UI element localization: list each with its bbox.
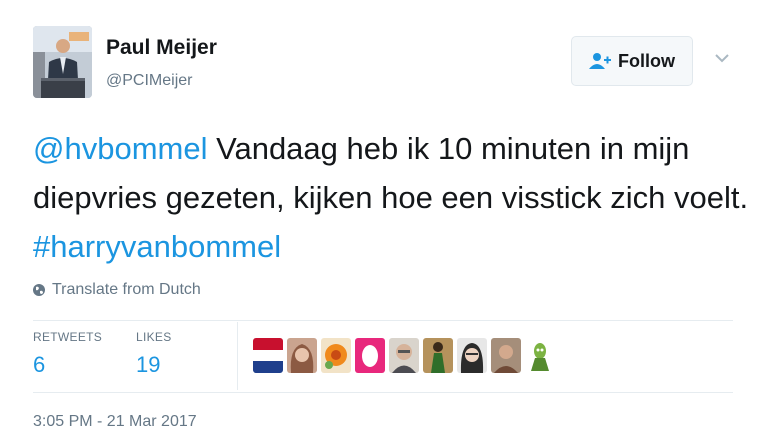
retweets-label: RETWEETS [33, 330, 103, 344]
author-avatar[interactable] [33, 26, 92, 98]
green-cartoon-avatar-icon [525, 338, 555, 373]
likes-count: 19 [136, 352, 161, 377]
stats-bottom-divider [33, 392, 733, 393]
liker-avatar[interactable] [389, 338, 419, 373]
green-figure-avatar-icon [423, 338, 453, 373]
liker-avatar[interactable] [525, 338, 555, 373]
likes-stat[interactable]: LIKES 19 [136, 330, 172, 378]
liker-avatar[interactable] [355, 338, 385, 373]
author-name[interactable]: Paul Meijer [106, 36, 217, 60]
man-avatar-icon [491, 338, 521, 373]
retweets-count: 6 [33, 352, 46, 377]
woman-glasses-avatar-icon [457, 338, 487, 373]
orange-flower-avatar-icon [321, 338, 351, 373]
author-photo [33, 26, 92, 98]
stats-vertical-divider [237, 322, 238, 390]
follow-button[interactable]: Follow [571, 36, 693, 86]
likes-label: LIKES [136, 330, 172, 344]
author-handle[interactable]: @PCIMeijer [106, 72, 192, 90]
follow-label: Follow [618, 50, 675, 71]
stats-top-divider [33, 320, 733, 321]
globe-icon [33, 284, 45, 296]
netherlands-flag-icon [253, 338, 283, 373]
liker-avatar[interactable] [287, 338, 317, 373]
follow-user-plus-icon [589, 53, 611, 69]
woman-avatar-icon [287, 338, 317, 373]
hashtag-link[interactable]: #harryvanbommel [33, 229, 281, 264]
liker-avatar[interactable] [321, 338, 351, 373]
translate-link[interactable]: Translate from Dutch [32, 281, 201, 299]
translate-label: Translate from Dutch [52, 281, 201, 298]
liker-avatar[interactable] [457, 338, 487, 373]
tweet-text: @hvbommel Vandaag heb ik 10 minuten in m… [33, 124, 753, 271]
more-options-button[interactable] [711, 50, 733, 66]
retweets-stat[interactable]: RETWEETS 6 [33, 330, 102, 378]
chevron-down-icon [715, 54, 729, 63]
liker-avatars [253, 338, 555, 373]
liker-avatar[interactable] [423, 338, 453, 373]
liker-avatar[interactable] [253, 338, 283, 373]
pink-egg-avatar-icon [355, 338, 385, 373]
liker-avatar[interactable] [491, 338, 521, 373]
tweet-timestamp[interactable]: 3:05 PM - 21 Mar 2017 [33, 413, 197, 431]
older-man-avatar-icon [389, 338, 419, 373]
mention-link[interactable]: @hvbommel [33, 131, 207, 166]
